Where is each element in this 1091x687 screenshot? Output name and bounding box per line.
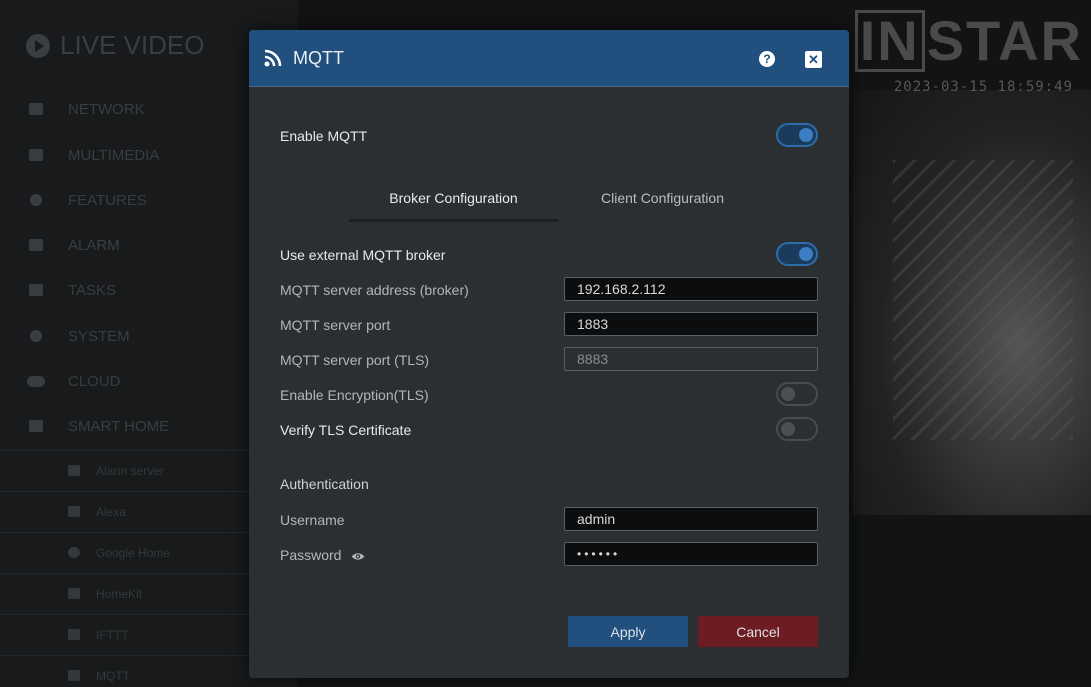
enable-mqtt-label: Enable MQTT [280,128,368,144]
bell-icon [26,237,46,253]
mqtt-modal: MQTT ? ✕ Enable MQTT Broker Configuratio… [249,30,849,678]
cancel-button[interactable]: Cancel [698,616,818,647]
camera-timestamp: 2023-03-15 18:59:49 [893,79,1073,95]
server-address-input[interactable]: 192.168.2.112 [564,277,818,301]
sidebar-item-system[interactable]: SYSTEM [26,326,130,346]
username-input[interactable]: admin [564,507,818,531]
sidebar-item-features[interactable]: FEATURES [26,190,147,210]
server-port-tls-input[interactable]: 8883 [564,347,818,371]
google-icon [68,547,80,558]
password-label: Password [280,547,342,563]
modal-title: MQTT [293,47,344,68]
calendar-icon [26,282,46,298]
sidebar-title[interactable]: LIVE VIDEO [26,30,205,61]
ifttt-icon [68,629,80,640]
rss-icon [68,670,80,681]
gear-icon [26,328,46,344]
toggle-knob [781,422,795,436]
cloud-icon [26,373,46,389]
tab-client-configuration[interactable]: Client Configuration [558,180,767,222]
sidebar-item-smart-home[interactable]: SMART HOME [26,416,169,436]
sidebar-item-multimedia[interactable]: MULTIMEDIA [26,145,159,165]
camera-image [853,90,1091,515]
toggle-knob [799,247,813,261]
features-icon [26,192,46,208]
image-icon [26,147,46,163]
server-port-label: MQTT server port [280,317,391,333]
server-port-tls-label: MQTT server port (TLS) [280,352,430,368]
external-broker-toggle[interactable] [776,242,818,266]
toggle-knob [799,128,813,142]
sidebar-title-label: LIVE VIDEO [60,30,205,60]
close-icon[interactable]: ✕ [805,51,822,68]
verify-tls-label: Verify TLS Certificate [280,422,412,438]
sidebar-item-cloud[interactable]: CLOUD [26,371,121,391]
password-input[interactable]: •••••• [564,542,818,566]
external-broker-label: Use external MQTT broker [280,247,446,263]
help-icon[interactable]: ? [759,51,775,67]
encryption-toggle[interactable] [776,382,818,406]
enable-mqtt-toggle[interactable] [776,123,818,147]
config-tabs: Broker Configuration Client Configuratio… [349,180,767,222]
server-icon [68,465,80,476]
instar-logo: IN STAR [854,8,1083,73]
sidebar-item-network[interactable]: NETWORK [26,99,145,119]
apply-button[interactable]: Apply [568,616,688,647]
speech-icon [68,506,80,517]
network-icon [26,101,46,117]
password-label-row: Password [280,547,365,563]
eye-icon[interactable] [351,552,365,561]
server-address-label: MQTT server address (broker) [280,282,469,298]
toggle-knob [781,387,795,401]
sidebar-item-alarm[interactable]: ALARM [26,235,120,255]
tab-broker-configuration[interactable]: Broker Configuration [349,180,558,222]
modal-header: MQTT ? ✕ [249,30,849,87]
home-icon [68,588,80,599]
encryption-label: Enable Encryption(TLS) [280,387,429,403]
username-label: Username [280,512,345,528]
server-port-input[interactable]: 1883 [564,312,818,336]
rss-icon [264,49,282,67]
authentication-heading: Authentication [280,476,369,492]
play-icon [26,33,50,58]
smart-home-icon [26,418,46,434]
verify-tls-toggle[interactable] [776,417,818,441]
sidebar-item-tasks[interactable]: TASKS [26,280,116,300]
